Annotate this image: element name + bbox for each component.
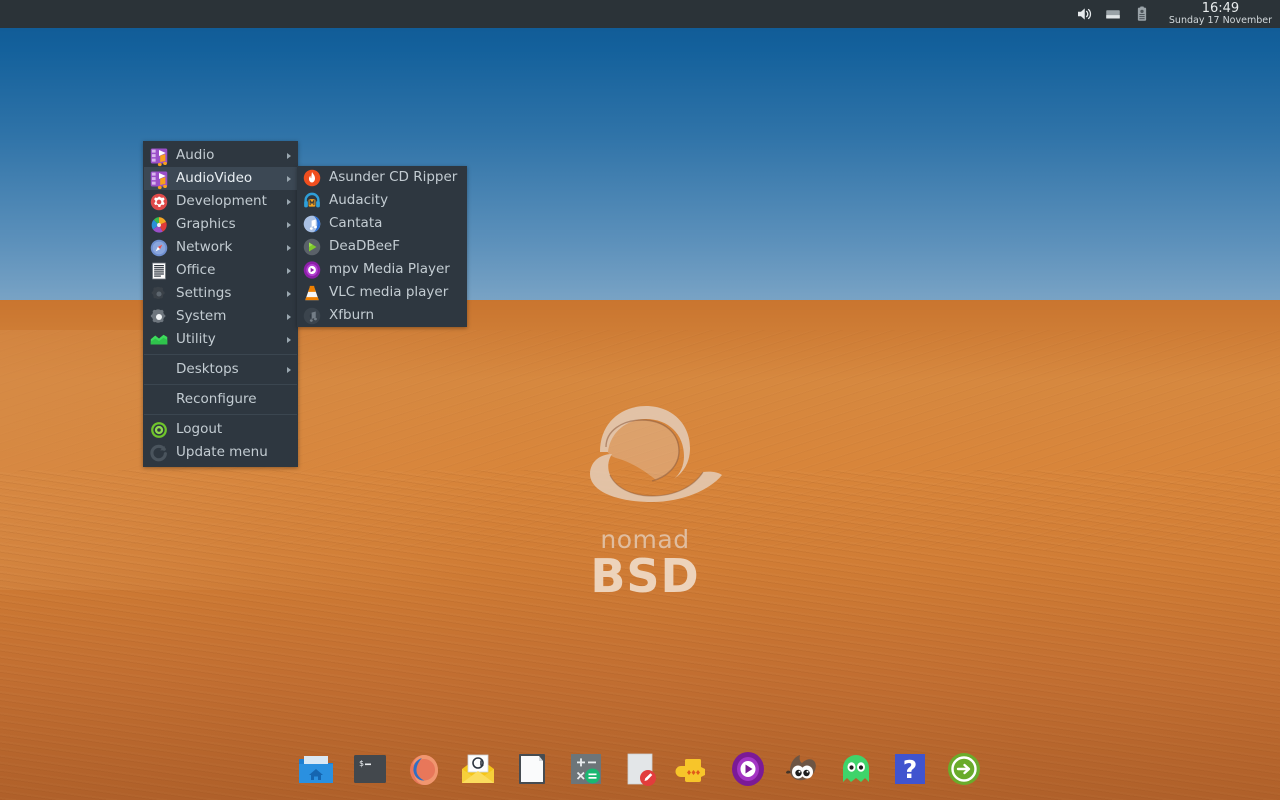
mpv-icon bbox=[303, 260, 321, 279]
chevron-right-icon bbox=[287, 366, 291, 373]
deadbeef-icon bbox=[303, 238, 321, 255]
chevron-right-icon bbox=[287, 175, 291, 182]
audacity-icon bbox=[304, 192, 320, 207]
settings-icon bbox=[151, 286, 165, 299]
menu-item-network[interactable]: Network bbox=[144, 236, 297, 259]
clock-date: Sunday 17 November bbox=[1168, 14, 1272, 26]
menu-item-label: Network bbox=[176, 238, 233, 255]
menu-item-label: Development bbox=[176, 192, 267, 209]
menu-item-graphics[interactable]: Graphics bbox=[144, 213, 297, 236]
system-icon bbox=[150, 308, 166, 323]
terminal-icon[interactable]: $ bbox=[350, 749, 390, 789]
logout-icon[interactable] bbox=[944, 749, 984, 789]
submenu-item-label: mpv Media Player bbox=[329, 260, 450, 277]
audio-icon bbox=[150, 148, 168, 166]
battery-icon[interactable] bbox=[1133, 5, 1151, 23]
refresh-icon bbox=[150, 444, 167, 461]
clock-time: 16:49 bbox=[1201, 1, 1240, 17]
menu-item-label: System bbox=[176, 307, 227, 324]
menu-item-label: Utility bbox=[176, 330, 216, 347]
system-tray bbox=[1075, 5, 1151, 23]
svg-text:?: ? bbox=[903, 755, 918, 784]
text-editor-icon[interactable] bbox=[620, 749, 660, 789]
menu-item-label: Office bbox=[176, 261, 216, 278]
menu-item-logout[interactable]: Logout bbox=[144, 418, 297, 441]
menu-item-label: Audio bbox=[176, 146, 215, 163]
utility-icon bbox=[150, 334, 168, 344]
help-icon[interactable]: ? bbox=[890, 749, 930, 789]
menu-item-reconfigure[interactable]: Reconfigure bbox=[144, 388, 297, 411]
office-icon bbox=[152, 262, 166, 279]
mpv-icon[interactable] bbox=[728, 749, 768, 789]
menu-item-label: Update menu bbox=[176, 443, 268, 460]
chevron-right-icon bbox=[287, 290, 291, 297]
ghost-icon[interactable] bbox=[836, 749, 876, 789]
menu-item-development[interactable]: Development bbox=[144, 190, 297, 213]
menu-item-label: Logout bbox=[176, 420, 223, 437]
submenu-item-label: Asunder CD Ripper bbox=[329, 168, 458, 185]
development-icon bbox=[150, 193, 168, 210]
menu-separator bbox=[144, 414, 297, 415]
asunder-icon bbox=[303, 169, 321, 186]
submenu-item-label: Xfburn bbox=[329, 306, 374, 323]
submenu-item-audacity[interactable]: Audacity bbox=[297, 189, 467, 212]
menu-item-desktops[interactable]: Desktops bbox=[144, 358, 297, 381]
chevron-right-icon bbox=[287, 336, 291, 343]
chevron-right-icon bbox=[287, 244, 291, 251]
menu-item-label: Settings bbox=[176, 284, 232, 301]
chevron-right-icon bbox=[287, 198, 291, 205]
menu-item-settings[interactable]: Settings bbox=[144, 282, 297, 305]
menu-item-audio[interactable]: Audio bbox=[144, 144, 297, 167]
submenu-item-vlc[interactable]: VLC media player bbox=[297, 281, 467, 304]
dock: $ ? bbox=[0, 744, 1280, 794]
logout-icon bbox=[151, 421, 167, 438]
svg-text:$: $ bbox=[359, 759, 364, 768]
menu-item-label: AudioVideo bbox=[176, 169, 253, 186]
network-icon bbox=[150, 239, 168, 256]
menu-item-audiovideo[interactable]: AudioVideo bbox=[144, 167, 297, 190]
submenu-item-xfburn[interactable]: Xfburn bbox=[297, 304, 467, 327]
top-panel: 16:49 Sunday 17 November bbox=[0, 0, 1280, 28]
submenu-item-deadbeef[interactable]: DeaDBeeF bbox=[297, 235, 467, 258]
clock[interactable]: 16:49 Sunday 17 November bbox=[1163, 2, 1272, 26]
menu-item-label: Reconfigure bbox=[176, 390, 257, 407]
teapot-icon[interactable] bbox=[674, 749, 714, 789]
application-menu[interactable]: Audio AudioVideo Development Graphics Ne… bbox=[143, 141, 298, 467]
volume-icon[interactable] bbox=[1075, 5, 1093, 23]
cantata-icon bbox=[303, 215, 321, 232]
menu-item-office[interactable]: Office bbox=[144, 259, 297, 282]
audiovideo-submenu[interactable]: Asunder CD Ripper Audacity Cantata DeaDB… bbox=[297, 166, 467, 327]
file-manager-icon[interactable] bbox=[296, 749, 336, 789]
vlc-icon bbox=[305, 285, 319, 300]
menu-separator bbox=[144, 354, 297, 355]
display-icon[interactable] bbox=[1104, 5, 1122, 23]
chevron-right-icon bbox=[287, 267, 291, 274]
calculator-icon[interactable] bbox=[566, 749, 606, 789]
menu-item-system[interactable]: System bbox=[144, 305, 297, 328]
submenu-item-label: DeaDBeeF bbox=[329, 237, 401, 254]
xfburn-icon bbox=[303, 307, 321, 324]
submenu-item-label: VLC media player bbox=[329, 283, 449, 300]
submenu-item-asunder[interactable]: Asunder CD Ripper bbox=[297, 166, 467, 189]
menu-item-label: Graphics bbox=[176, 215, 236, 232]
chevron-right-icon bbox=[287, 152, 291, 159]
menu-item-label: Desktops bbox=[176, 360, 239, 377]
writer-icon[interactable] bbox=[512, 749, 552, 789]
chevron-right-icon bbox=[287, 313, 291, 320]
submenu-item-label: Audacity bbox=[329, 191, 389, 208]
menu-separator bbox=[144, 384, 297, 385]
submenu-item-cantata[interactable]: Cantata bbox=[297, 212, 467, 235]
audiovideo-icon bbox=[150, 171, 168, 189]
menu-item-utility[interactable]: Utility bbox=[144, 328, 297, 351]
menu-item-update-menu[interactable]: Update menu bbox=[144, 441, 297, 464]
mail-icon[interactable] bbox=[458, 749, 498, 789]
gimp-icon[interactable] bbox=[782, 749, 822, 789]
submenu-item-label: Cantata bbox=[329, 214, 383, 231]
submenu-item-mpv[interactable]: mpv Media Player bbox=[297, 258, 467, 281]
firefox-icon[interactable] bbox=[404, 749, 444, 789]
graphics-icon bbox=[151, 216, 167, 233]
chevron-right-icon bbox=[287, 221, 291, 228]
